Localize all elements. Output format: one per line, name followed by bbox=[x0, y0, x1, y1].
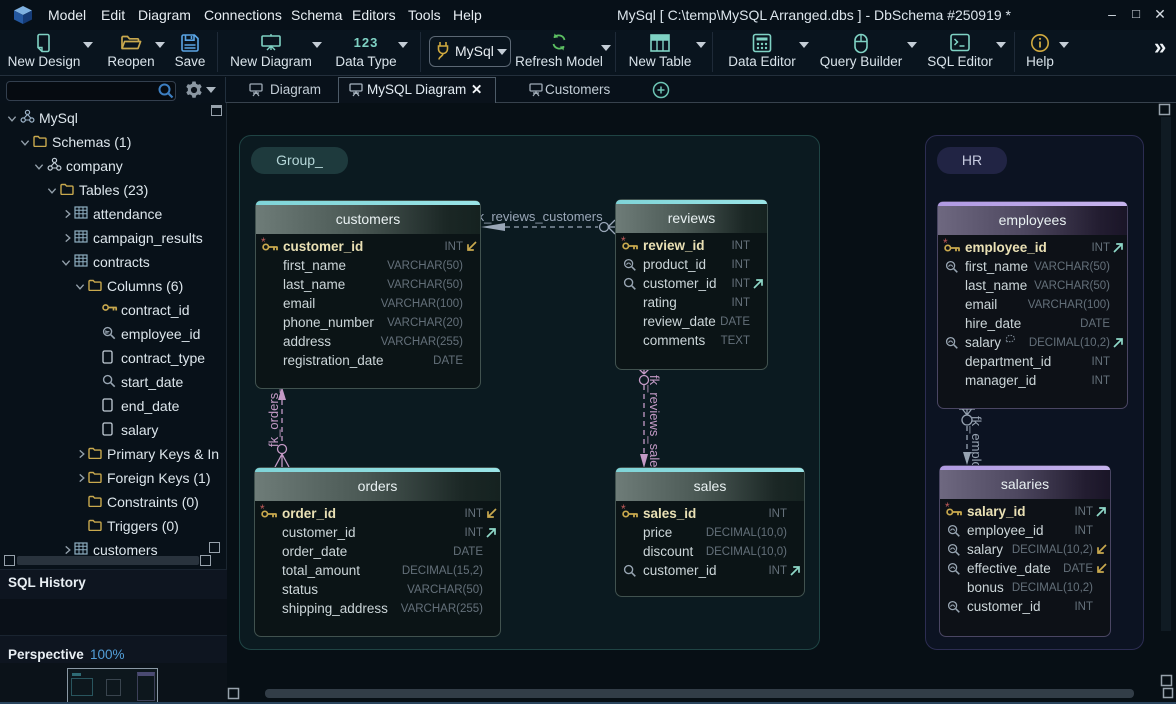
svg-text:fk_reviews_customers: fk_reviews_customers bbox=[474, 209, 603, 224]
svg-text:fk_reviews_sales: fk_reviews_sales bbox=[647, 375, 662, 474]
